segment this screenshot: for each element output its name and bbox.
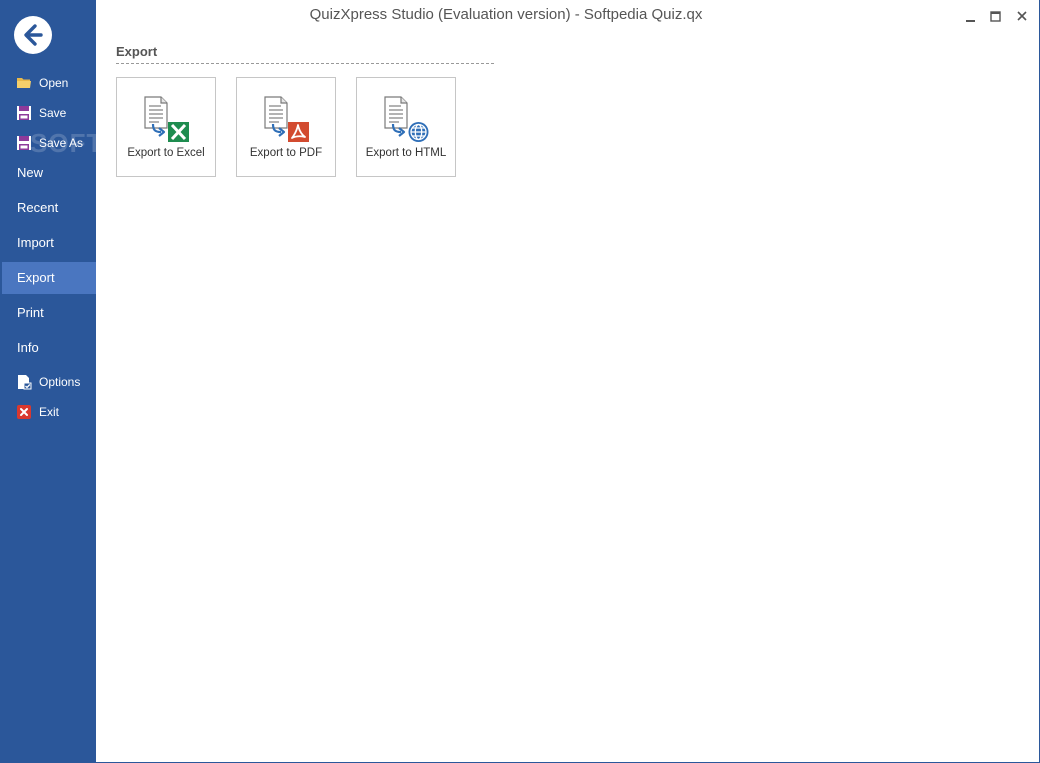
export-panel: Export Export to Excel Export to PDF Exp… [116, 44, 1016, 179]
export-to-pdf-button[interactable]: Export to PDF [236, 77, 336, 177]
tile-label: Export to PDF [249, 147, 323, 159]
tile-label: Export to Excel [127, 147, 205, 159]
maximize-icon [990, 11, 1001, 22]
sidebar-item-save-as[interactable]: Save As [2, 130, 96, 156]
close-button[interactable] [1012, 6, 1032, 26]
window-title: QuizXpress Studio (Evaluation version) -… [309, 6, 703, 23]
export-to-excel-button[interactable]: Export to Excel [116, 77, 216, 177]
minimize-button[interactable] [960, 6, 980, 26]
save-icon [16, 105, 32, 121]
html-document-icon [381, 96, 431, 144]
sidebar-item-label: Open [39, 76, 69, 90]
sidebar-item-label: Recent [17, 200, 59, 215]
sidebar-item-new[interactable]: New [2, 157, 96, 189]
pdf-document-icon [261, 96, 311, 144]
sidebar-item-label: Print [17, 305, 44, 320]
sidebar-item-open[interactable]: Open [2, 70, 96, 96]
sidebar-item-save[interactable]: Save [2, 100, 96, 126]
sidebar-item-label: Save [39, 106, 67, 120]
back-button[interactable] [14, 16, 52, 54]
minimize-icon [966, 20, 975, 22]
excel-document-icon [141, 96, 191, 144]
options-icon [16, 374, 32, 390]
application-window: Open Save Save As SOFTPEDIA New Recent I… [0, 0, 1040, 763]
folder-icon [16, 75, 32, 91]
save-as-icon [16, 135, 32, 151]
back-arrow-icon [24, 24, 43, 46]
sidebar-item-options[interactable]: Options [2, 369, 96, 395]
export-tiles: Export to Excel Export to PDF Export to … [116, 77, 1016, 179]
sidebar-item-exit[interactable]: Exit [2, 399, 96, 425]
exit-icon [16, 404, 32, 420]
sidebar-item-label: Info [17, 340, 39, 355]
export-to-html-button[interactable]: Export to HTML [356, 77, 456, 177]
maximize-button[interactable] [985, 6, 1005, 26]
title-bar: QuizXpress Studio (Evaluation version) -… [96, 0, 1040, 30]
sidebar-item-label: Import [17, 235, 54, 250]
sidebar-item-print[interactable]: Print [2, 297, 96, 329]
sidebar-item-label: New [17, 165, 44, 180]
backstage-sidebar: Open Save Save As SOFTPEDIA New Recent I… [0, 0, 187, 763]
tile-label: Export to HTML [365, 147, 447, 159]
sidebar-item-info[interactable]: Info [2, 332, 96, 364]
sidebar-item-recent[interactable]: Recent [2, 192, 96, 224]
sidebar-item-label: Save As [39, 136, 84, 150]
close-icon [1017, 11, 1027, 21]
sidebar-item-import[interactable]: Import [2, 227, 96, 259]
sidebar-item-label: Export [17, 270, 55, 285]
sidebar-item-label: Exit [39, 405, 60, 419]
sidebar-item-export[interactable]: Export [2, 262, 96, 294]
section-title: Export [116, 44, 494, 64]
sidebar-item-label: Options [39, 375, 81, 389]
